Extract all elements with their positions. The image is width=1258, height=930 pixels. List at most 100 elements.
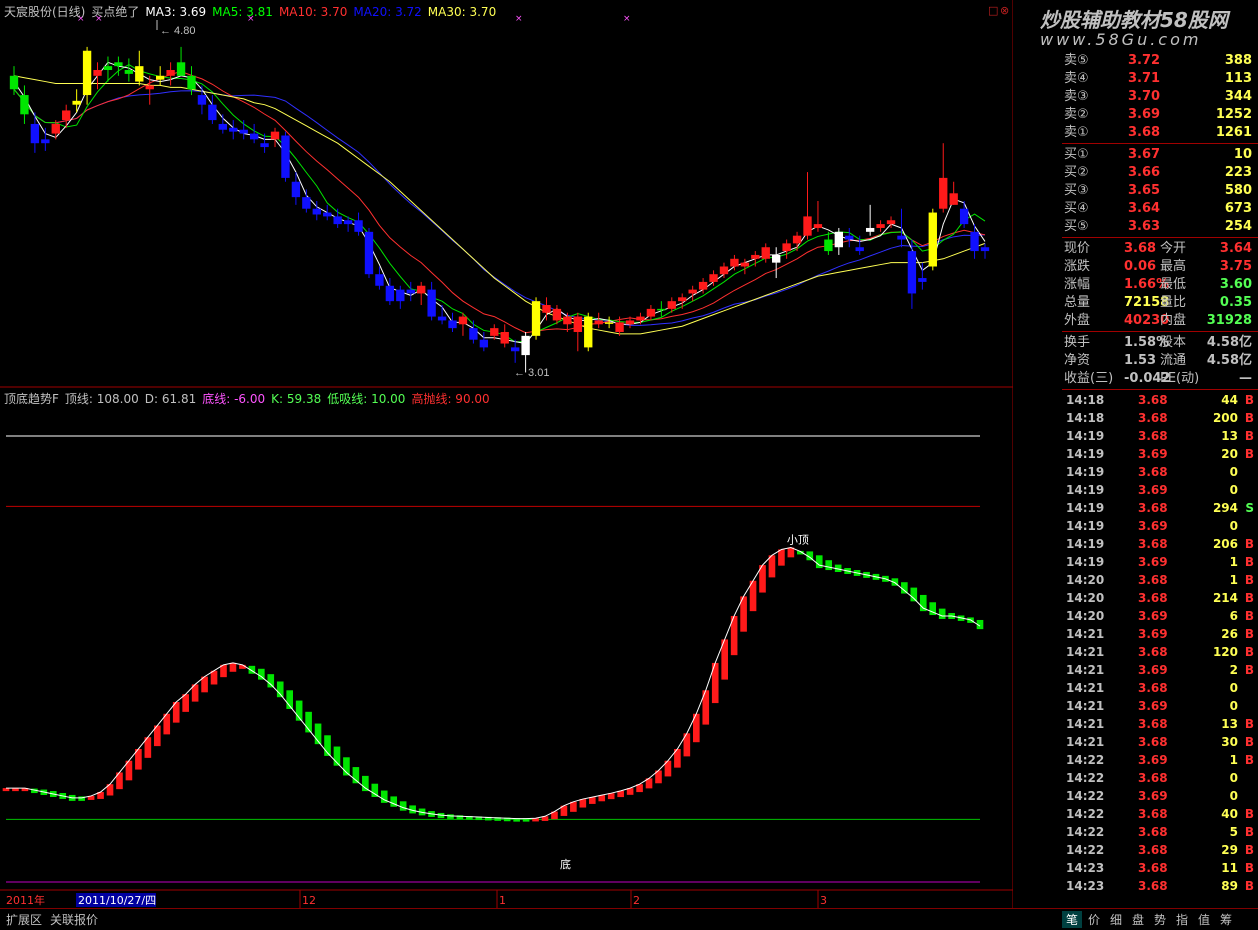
candle-body bbox=[834, 231, 844, 248]
side-tab-6[interactable]: 值 bbox=[1194, 911, 1214, 928]
candle-body bbox=[354, 220, 363, 232]
tick-flag: B bbox=[1244, 861, 1254, 875]
candle-body bbox=[490, 328, 499, 336]
tick-row: 14:19 3.68 13 B bbox=[1062, 427, 1258, 445]
order-label: 卖② bbox=[1064, 107, 1089, 122]
side-tab-2[interactable]: 细 bbox=[1106, 911, 1126, 928]
order-row-buy: 买⑤ 3.63 254 bbox=[1062, 218, 1258, 236]
quote-value: 1.66% bbox=[1124, 277, 1170, 292]
indicator-header: 顶底趋势F 顶线: 108.00 D: 61.81 底线: -6.00 K: 59.38… bbox=[4, 390, 502, 407]
candle-body bbox=[751, 254, 760, 259]
tick-price: 3.68 bbox=[1138, 843, 1168, 857]
tick-time: 14:20 bbox=[1066, 573, 1105, 587]
candle-body bbox=[928, 212, 937, 267]
candle-body bbox=[886, 220, 896, 225]
tick-flag: S bbox=[1245, 501, 1254, 515]
candle-body bbox=[573, 316, 582, 332]
cursor-date: 2011/10/27/四 bbox=[78, 894, 156, 907]
bottom-tab[interactable]: 关联报价 bbox=[48, 911, 100, 928]
panel-divider-line bbox=[1062, 143, 1258, 144]
candle-body bbox=[594, 320, 603, 325]
side-tab-4[interactable]: 势 bbox=[1150, 911, 1170, 928]
candle-body bbox=[907, 251, 917, 294]
candle-body bbox=[615, 322, 624, 332]
tick-row: 14:19 3.69 20 B bbox=[1062, 445, 1258, 463]
order-volume: 1261 bbox=[1215, 125, 1252, 140]
candle-body bbox=[375, 274, 384, 286]
quote-label-2: 最高 bbox=[1160, 259, 1187, 274]
tick-flag: B bbox=[1244, 627, 1254, 641]
month-label: 2 bbox=[633, 894, 640, 907]
tick-price: 3.69 bbox=[1138, 789, 1168, 803]
side-tab-5[interactable]: 指 bbox=[1172, 911, 1192, 928]
side-tab-3[interactable]: 盘 bbox=[1128, 911, 1148, 928]
indicator-bar bbox=[570, 801, 577, 812]
tick-price: 3.69 bbox=[1138, 627, 1168, 641]
tick-price: 3.68 bbox=[1138, 591, 1168, 605]
tick-row: 14:22 3.68 40 B bbox=[1062, 805, 1258, 823]
order-row-sell: 卖⑤ 3.72 388 bbox=[1062, 52, 1258, 70]
order-price: 3.67 bbox=[1128, 147, 1161, 162]
candle-body bbox=[155, 75, 165, 80]
tick-volume: 2 bbox=[1229, 663, 1238, 677]
high-label: ← 4.80 bbox=[160, 25, 195, 37]
kline-svg[interactable]: 4.604.404.204.003.803.603.403.203.00← 4.… bbox=[0, 0, 1013, 908]
close-icon: ⊗ bbox=[1000, 4, 1009, 17]
tick-volume: 1 bbox=[1229, 555, 1238, 569]
quote-row: 涨跌 0.06 最高 3.75 bbox=[1062, 258, 1258, 276]
side-tab-0[interactable]: 笔 bbox=[1062, 911, 1082, 928]
tick-price: 3.68 bbox=[1138, 465, 1168, 479]
order-volume: 10 bbox=[1233, 147, 1252, 162]
tick-volume: 11 bbox=[1221, 861, 1238, 875]
tick-volume: 206 bbox=[1212, 537, 1238, 551]
tick-flag: B bbox=[1244, 537, 1254, 551]
tick-time: 14:21 bbox=[1066, 663, 1105, 677]
fund-value: 1.58% bbox=[1124, 335, 1170, 350]
candle-body bbox=[197, 95, 207, 105]
order-price: 3.65 bbox=[1128, 183, 1161, 198]
quote-row: 现价 3.68 今开 3.64 bbox=[1062, 240, 1258, 258]
tick-time: 14:22 bbox=[1066, 807, 1105, 821]
tick-time: 14:18 bbox=[1066, 411, 1105, 425]
side-tab-7[interactable]: 筹 bbox=[1216, 911, 1236, 928]
quote-label: 总量 bbox=[1064, 295, 1091, 310]
indicator-bar bbox=[815, 555, 823, 569]
candle-body bbox=[343, 220, 353, 225]
side-tab-1[interactable]: 价 bbox=[1084, 911, 1104, 928]
bottom-signal-label: 底 bbox=[560, 857, 571, 871]
tick-row: 14:19 3.69 1 B bbox=[1062, 553, 1258, 571]
fund-label-2: PE(动) bbox=[1160, 371, 1200, 386]
candle-body bbox=[166, 70, 175, 76]
candle-body bbox=[855, 247, 864, 252]
tick-flag: B bbox=[1244, 663, 1254, 677]
candle-body bbox=[531, 301, 541, 336]
candle-body bbox=[385, 285, 395, 302]
tick-price: 3.69 bbox=[1138, 609, 1168, 623]
indicator-legend: 顶线: 108.00 D: 61.81 底线: -6.00 K: 59.38 低吸线: … bbox=[65, 392, 496, 406]
tick-price: 3.68 bbox=[1138, 537, 1168, 551]
bottom-tab-bar: 扩展区 关联报价 笔价细盘势指值筹 bbox=[0, 908, 1258, 930]
tick-time: 14:20 bbox=[1066, 609, 1105, 623]
tick-volume: 30 bbox=[1221, 735, 1238, 749]
ma30-line bbox=[13, 75, 986, 335]
candle-body bbox=[281, 135, 290, 178]
tick-price: 3.68 bbox=[1138, 825, 1168, 839]
ma-label: MA3: 3.69 bbox=[145, 5, 207, 19]
order-label: 卖① bbox=[1064, 125, 1089, 140]
order-label: 买④ bbox=[1064, 201, 1089, 216]
tick-row: 14:19 3.69 0 bbox=[1062, 481, 1258, 499]
indicator-bar bbox=[579, 799, 587, 808]
candle-body bbox=[479, 339, 489, 348]
minimize-icon: □ bbox=[988, 4, 998, 17]
bottom-tab[interactable]: 扩展区 bbox=[4, 911, 44, 928]
candle-body bbox=[176, 62, 186, 76]
order-row-sell: 卖① 3.68 1261 bbox=[1062, 124, 1258, 142]
candle-body bbox=[30, 123, 40, 144]
candle-body bbox=[782, 243, 791, 252]
tick-flag: B bbox=[1244, 591, 1254, 605]
tick-flag: B bbox=[1244, 429, 1254, 443]
indicator-bar bbox=[778, 549, 785, 566]
candle-body bbox=[845, 235, 854, 240]
chart-area[interactable]: 4.604.404.204.003.803.603.403.203.00← 4.… bbox=[0, 0, 1013, 908]
ma-label: MA30: 3.70 bbox=[427, 5, 497, 19]
